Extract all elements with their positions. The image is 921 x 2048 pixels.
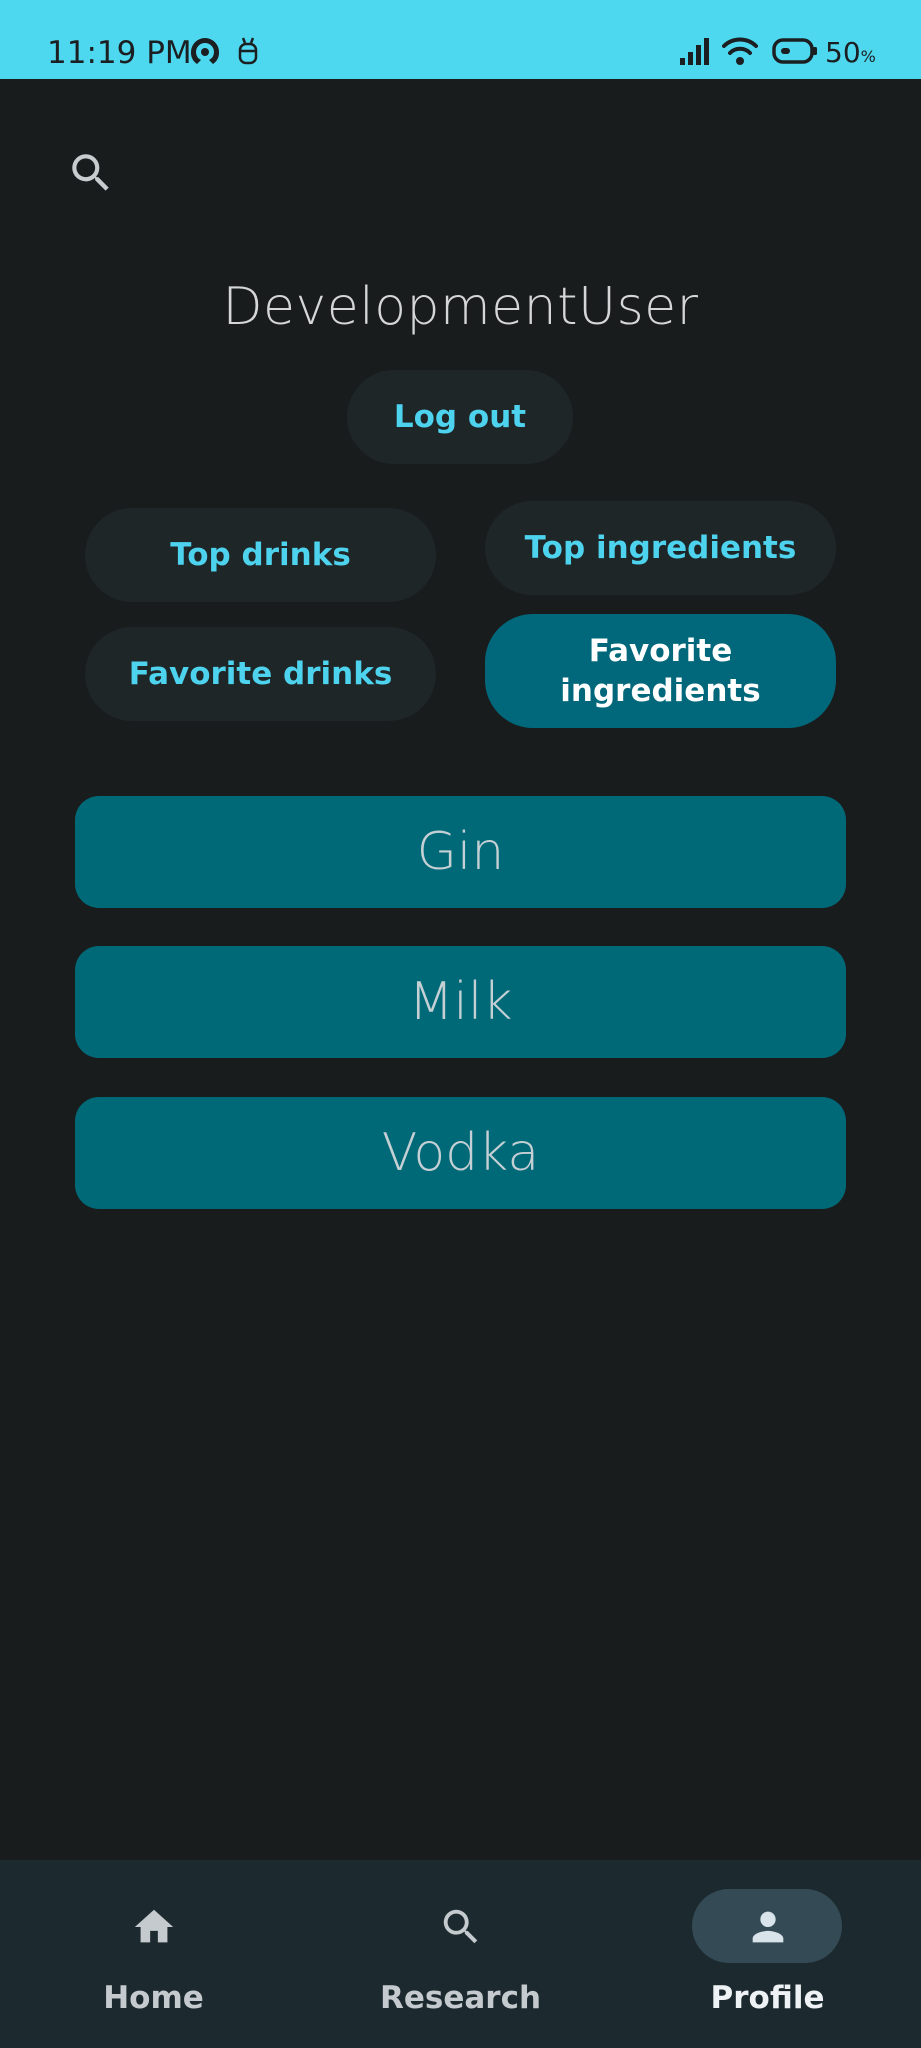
search-icon[interactable] [66, 148, 116, 198]
app-root: 11:19 PM 50% DevelopmentUser Log out Top… [0, 0, 921, 2048]
top-drinks-button[interactable]: Top drinks [85, 508, 436, 602]
battery-percentage: 50% [825, 35, 876, 75]
top-drinks-label: Top drinks [170, 537, 351, 573]
favorite-drinks-button[interactable]: Favorite drinks [85, 627, 436, 721]
logout-button[interactable]: Log out [347, 370, 573, 464]
home-icon [134, 1909, 174, 1943]
ingredient-item-vodka[interactable]: Vodka [75, 1097, 846, 1209]
ingredient-name: Gin [416, 822, 505, 882]
debug-icon [238, 37, 258, 65]
status-time: 11:19 PM [47, 35, 192, 71]
top-ingredients-label: Top ingredients [524, 530, 797, 566]
ingredient-item-gin[interactable]: Gin [75, 796, 846, 908]
username: DevelopmentUser [222, 277, 699, 337]
top-ingredients-button[interactable]: Top ingredients [485, 501, 836, 595]
battery-icon [772, 38, 817, 64]
ingredient-item-milk[interactable]: Milk [75, 946, 846, 1058]
battery-level: 50 [825, 36, 861, 69]
favorite-ingredients-label: Favorite ingredients [560, 631, 760, 711]
ingredient-name: Milk [408, 972, 513, 1032]
search-icon [443, 1909, 478, 1944]
hotspot-icon [190, 38, 220, 64]
bottom-navigation: Home Research Profile [0, 1860, 921, 2048]
battery-unit: % [860, 47, 876, 66]
favorite-drinks-label: Favorite drinks [128, 656, 393, 692]
ingredient-name: Vodka [381, 1123, 540, 1183]
favorite-ingredients-button[interactable]: Favorite ingredients [485, 614, 836, 728]
signal-icon [680, 38, 709, 65]
favorite-ingredients-label-line2: ingredients [560, 673, 761, 709]
person-icon [752, 1911, 784, 1943]
nav-label-profile: Profile [710, 1980, 825, 2016]
nav-item-home[interactable]: Home [0, 1860, 307, 2048]
nav-item-research[interactable]: Research [307, 1860, 614, 2048]
status-bar: 11:19 PM 50% [0, 0, 921, 79]
nav-item-profile[interactable]: Profile [614, 1860, 921, 2048]
wifi-icon [722, 37, 758, 65]
nav-label-research: Research [379, 1980, 542, 2016]
favorite-ingredients-label-line1: Favorite [588, 633, 733, 669]
nav-label-home: Home [103, 1980, 204, 2016]
logout-label: Log out [393, 399, 527, 435]
